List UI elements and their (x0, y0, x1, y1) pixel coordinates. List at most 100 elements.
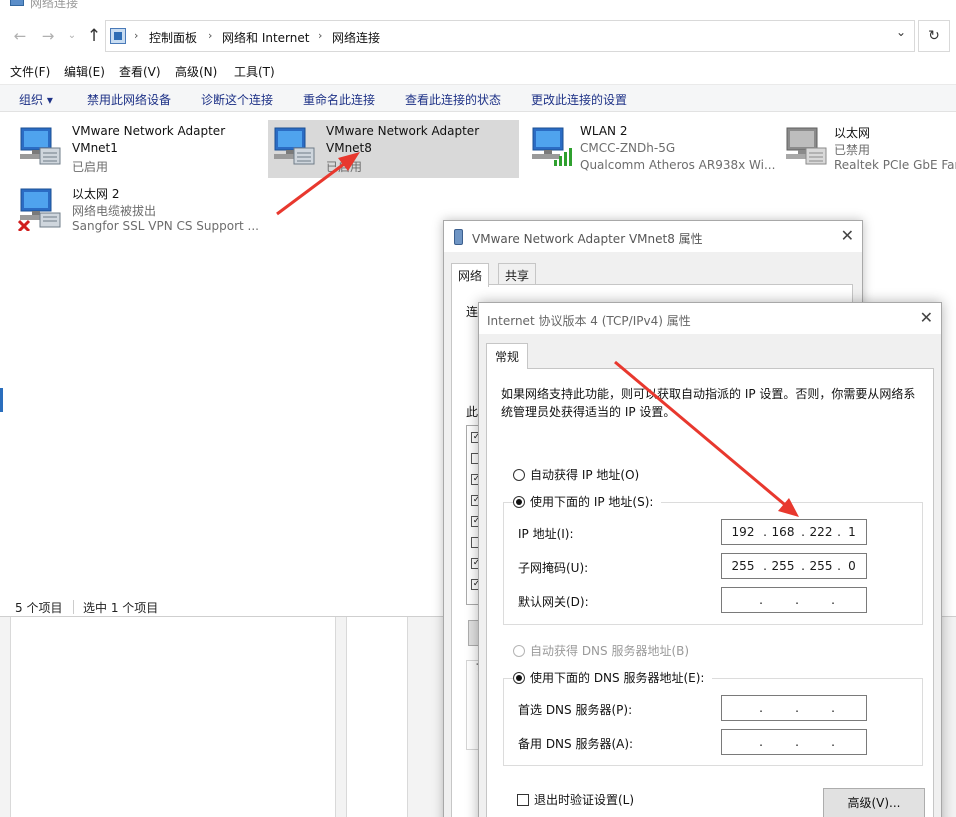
background-pane (10, 617, 336, 817)
connection-ethernet2[interactable]: 以太网 2 网络电缆被拔出 Sangfor SSL VPN CS Support… (0, 181, 262, 239)
gateway-field[interactable]: . . . (721, 587, 867, 613)
change-settings-button[interactable]: 更改此连接的设置 (531, 91, 627, 108)
tab-general[interactable]: 常规 (486, 343, 529, 369)
validate-on-exit-checkbox[interactable]: 退出时验证设置(L) (517, 791, 634, 808)
ip-dot: . (795, 735, 799, 749)
dialog-title-bar: Internet 协议版本 4 (TCP/IPv4) 属性 ✕ (479, 303, 941, 334)
ip-octet: 192 (731, 525, 755, 539)
menu-file[interactable]: 文件(F) (10, 63, 50, 80)
breadcrumb-control-panel[interactable]: 控制面板 (149, 29, 197, 46)
auto-dns-radio[interactable]: 自动获得 DNS 服务器地址(B) (513, 642, 689, 659)
breadcrumb-network-connections[interactable]: 网络连接 (332, 29, 380, 46)
network-adapter-icon (20, 127, 61, 165)
manual-dns-label: 使用下面的 DNS 服务器地址(E): (530, 671, 705, 685)
ip-dot: . (759, 593, 763, 607)
ip-address-label: IP 地址(I): (518, 527, 574, 541)
general-panel: 如果网络支持此功能，则可以获取自动指派的 IP 设置。否则，你需要从网络系统管理… (486, 368, 934, 817)
unplugged-adapter-icon (18, 188, 61, 231)
view-status-button[interactable]: 查看此连接的状态 (405, 91, 501, 108)
auto-ip-radio[interactable]: 自动获得 IP 地址(O) (513, 466, 639, 483)
menu-edit[interactable]: 编辑(E) (64, 63, 105, 80)
refresh-icon[interactable]: ↻ (918, 20, 950, 52)
alternate-dns-label: 备用 DNS 服务器(A): (518, 737, 634, 751)
title-bar: 网络连接 (0, 0, 956, 16)
connect-using-label: 连 (466, 305, 479, 319)
wifi-adapter-icon (532, 127, 572, 166)
close-icon[interactable]: ✕ (920, 308, 933, 327)
breadcrumb-separator[interactable]: › (208, 29, 212, 42)
ip-dot: . (759, 701, 763, 715)
mask-octet: 0 (848, 559, 856, 573)
item-count: 5 个项目 (15, 601, 63, 615)
auto-ip-label: 自动获得 IP 地址(O) (530, 468, 640, 482)
up-arrow-icon[interactable]: ↑ (84, 26, 104, 46)
adapter-icon (454, 229, 463, 245)
back-arrow-icon[interactable]: ← (10, 26, 30, 46)
connection-device: Realtek PCIe GbE Family (834, 158, 956, 172)
advanced-button[interactable]: 高级(V)... (823, 788, 925, 817)
tab-network[interactable]: 网络 (451, 263, 490, 287)
breadcrumb-separator[interactable]: › (318, 29, 322, 42)
status-divider (73, 600, 74, 614)
organize-button[interactable]: 组织 ▾ (19, 91, 53, 108)
menu-tools[interactable]: 工具(T) (234, 63, 275, 80)
ip-address-field[interactable]: 192 . 168 . 222 . 1 (721, 519, 867, 545)
ip-dot: . (831, 735, 835, 749)
disable-device-button[interactable]: 禁用此网络设备 (87, 91, 171, 108)
diagnose-button[interactable]: 诊断这个连接 (201, 91, 273, 108)
ip-settings-group: IP 地址(I): 192 . 168 . 222 . 1 子网掩码(U): 2… (503, 502, 923, 625)
connection-name-line2: VMnet8 (326, 141, 372, 155)
connection-status: 已禁用 (834, 143, 871, 157)
connection-status: 已启用 (326, 160, 363, 174)
radio-indicator (513, 468, 525, 481)
connection-vmnet8[interactable]: VMware Network Adapter VMnet8 已启用 (268, 120, 519, 178)
connection-ssid: CMCC-ZNDh-5G (580, 141, 676, 155)
subnet-mask-field[interactable]: 255 . 255 . 255 . 0 (721, 553, 867, 579)
breadcrumb-separator: › (134, 29, 139, 42)
connection-vmnet1[interactable]: VMware Network Adapter VMnet1 已启用 (0, 120, 262, 178)
dialog-title: VMware Network Adapter VMnet8 属性 (472, 232, 703, 246)
radio-indicator (513, 495, 525, 508)
window-title: 网络连接 (30, 0, 79, 10)
ip-description: 如果网络支持此功能，则可以获取自动指派的 IP 设置。否则，你需要从网络系统管理… (501, 387, 916, 419)
connection-device: Qualcomm Atheros AR938x Wi... (580, 158, 776, 172)
address-bar[interactable]: › 控制面板 › 网络和 Internet › 网络连接 ⌄ (105, 20, 915, 52)
dialog-title: Internet 协议版本 4 (TCP/IPv4) 属性 (487, 314, 691, 328)
dns-settings-group: 首选 DNS 服务器(P): . . . 备用 DNS 服务器(A): . . … (503, 678, 923, 766)
menu-advanced[interactable]: 高级(N) (175, 63, 217, 80)
preferred-dns-label: 首选 DNS 服务器(P): (518, 703, 633, 717)
validate-label: 退出时验证设置(L) (534, 793, 635, 807)
selected-count: 选中 1 个项目 (83, 601, 159, 615)
preferred-dns-field[interactable]: . . . (721, 695, 867, 721)
network-adapter-icon (274, 127, 315, 165)
connection-device: Sangfor SSL VPN CS Support ... (72, 219, 259, 233)
ip-dot: . (795, 701, 799, 715)
ip-dot: . (831, 593, 835, 607)
forward-arrow-icon[interactable]: → (38, 26, 58, 46)
connection-name: VMware Network Adapter (326, 124, 480, 138)
connection-ethernet[interactable]: 以太网 已禁用 Realtek PCIe GbE Family (766, 120, 956, 178)
close-icon[interactable]: ✕ (841, 226, 854, 245)
manual-ip-label: 使用下面的 IP 地址(S): (530, 495, 654, 509)
connection-name: VMware Network Adapter (72, 124, 226, 138)
alternate-dns-field[interactable]: . . . (721, 729, 867, 755)
network-folder-icon (10, 0, 24, 6)
manual-dns-radio[interactable]: 使用下面的 DNS 服务器地址(E): (513, 669, 713, 686)
checkbox-indicator (517, 793, 529, 806)
control-panel-icon (110, 28, 126, 44)
connection-status: 已启用 (72, 160, 109, 174)
auto-dns-label: 自动获得 DNS 服务器地址(B) (530, 644, 690, 658)
ipv4-properties-dialog: Internet 协议版本 4 (TCP/IPv4) 属性 ✕ 如果网络支持此功… (478, 302, 942, 817)
dialog-title-bar: VMware Network Adapter VMnet8 属性 ✕ (444, 221, 862, 252)
subnet-mask-label: 子网掩码(U): (518, 561, 589, 575)
menu-view[interactable]: 查看(V) (119, 63, 161, 80)
manual-ip-radio[interactable]: 使用下面的 IP 地址(S): (513, 493, 662, 510)
connection-wlan2[interactable]: WLAN 2 CMCC-ZNDh-5G Qualcomm Atheros AR9… (512, 120, 776, 178)
tab-sharing[interactable]: 共享 (498, 263, 537, 285)
breadcrumb-network-internet[interactable]: 网络和 Internet (222, 29, 309, 46)
rename-button[interactable]: 重命名此连接 (303, 91, 375, 108)
connection-name: 以太网 (834, 126, 871, 140)
recent-dropdown-icon[interactable]: ⌄ (62, 26, 82, 46)
address-dropdown-icon[interactable]: ⌄ (896, 25, 906, 39)
ip-octet: 1 (848, 525, 856, 539)
